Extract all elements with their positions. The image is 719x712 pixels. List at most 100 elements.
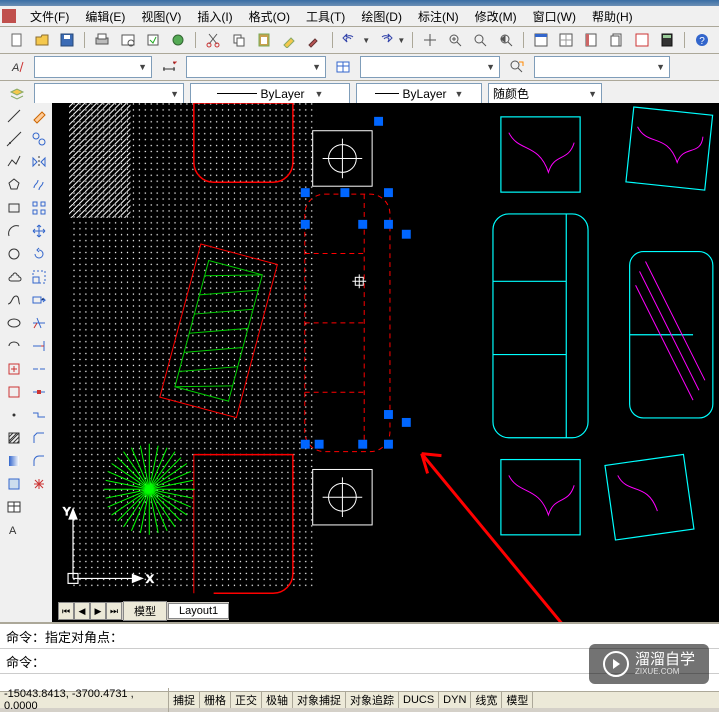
- menu-dim[interactable]: 标注(N): [410, 6, 467, 27]
- model-toggle[interactable]: 模型: [502, 692, 533, 708]
- open-icon[interactable]: [31, 29, 52, 51]
- menu-window[interactable]: 窗口(W): [525, 6, 584, 27]
- new-icon[interactable]: [6, 29, 27, 51]
- spline-icon[interactable]: [2, 289, 26, 311]
- ellipsearc-icon[interactable]: [2, 335, 26, 357]
- polar-toggle[interactable]: 极轴: [262, 692, 293, 708]
- zoom-realtime-icon[interactable]: [444, 29, 465, 51]
- erase-icon[interactable]: [27, 105, 51, 127]
- movetool-icon[interactable]: [27, 220, 51, 242]
- line-icon[interactable]: [2, 105, 26, 127]
- tab-last-icon[interactable]: ⏭: [106, 602, 122, 620]
- mtext-icon[interactable]: A: [2, 519, 26, 541]
- paste-icon[interactable]: [253, 29, 274, 51]
- plotstyle-combo[interactable]: 随颜色▼: [488, 83, 602, 105]
- zoom-prev-icon[interactable]: [495, 29, 516, 51]
- arc-icon[interactable]: [2, 220, 26, 242]
- break-icon[interactable]: [27, 358, 51, 380]
- mirror-icon[interactable]: [27, 151, 51, 173]
- redo-dd[interactable]: ▼: [397, 36, 405, 45]
- ortho-toggle[interactable]: 正交: [231, 692, 262, 708]
- zoom-window-icon[interactable]: [470, 29, 491, 51]
- linetype-combo[interactable]: ByLayer▼: [190, 83, 350, 105]
- offset-icon[interactable]: [27, 174, 51, 196]
- quickcalc-icon[interactable]: [657, 29, 678, 51]
- cut-icon[interactable]: [203, 29, 224, 51]
- menu-edit[interactable]: 编辑(E): [77, 6, 133, 27]
- point-icon[interactable]: [2, 404, 26, 426]
- extend-icon[interactable]: [27, 335, 51, 357]
- designcenter-icon[interactable]: [555, 29, 576, 51]
- tab-layout1[interactable]: Layout1: [168, 603, 229, 619]
- sheetset-icon[interactable]: [606, 29, 627, 51]
- toolpalette-icon[interactable]: [581, 29, 602, 51]
- osnap-toggle[interactable]: 对象捕捉: [293, 692, 346, 708]
- snap-toggle[interactable]: 捕捉: [169, 692, 200, 708]
- gradient-icon[interactable]: [2, 450, 26, 472]
- region-icon[interactable]: [2, 473, 26, 495]
- menu-tools[interactable]: 工具(T): [298, 6, 353, 27]
- tab-prev-icon[interactable]: ◀: [74, 602, 90, 620]
- hatch-icon[interactable]: [2, 427, 26, 449]
- properties-icon[interactable]: [530, 29, 551, 51]
- text-style-combo[interactable]: ▼: [34, 56, 152, 78]
- stretch-icon[interactable]: [27, 289, 51, 311]
- explode-icon[interactable]: [27, 473, 51, 495]
- lineweight-combo[interactable]: ByLayer▼: [356, 83, 482, 105]
- markup-icon[interactable]: [631, 29, 652, 51]
- trim-icon[interactable]: [27, 312, 51, 334]
- menu-format[interactable]: 格式(O): [241, 6, 298, 27]
- undo-dd[interactable]: ▼: [362, 36, 370, 45]
- ducs-toggle[interactable]: DUCS: [399, 692, 439, 708]
- breakpt-icon[interactable]: [27, 381, 51, 403]
- dyn-toggle[interactable]: DYN: [439, 692, 471, 708]
- drawing-canvas[interactable]: Y X: [52, 103, 719, 622]
- table-style-combo[interactable]: ▼: [360, 56, 500, 78]
- tab-next-icon[interactable]: ▶: [90, 602, 106, 620]
- chamfer-icon[interactable]: [27, 427, 51, 449]
- circle-icon[interactable]: [2, 243, 26, 265]
- lwt-toggle[interactable]: 线宽: [471, 692, 502, 708]
- dimstyle-icon[interactable]: [158, 56, 180, 78]
- brush-icon[interactable]: [304, 29, 325, 51]
- redo-icon[interactable]: [374, 29, 395, 51]
- table-icon[interactable]: [2, 496, 26, 518]
- join-icon[interactable]: [27, 404, 51, 426]
- save-icon[interactable]: [57, 29, 78, 51]
- insertblk-icon[interactable]: [2, 358, 26, 380]
- 3dprint-icon[interactable]: [168, 29, 189, 51]
- ellipse-icon[interactable]: [2, 312, 26, 334]
- rotate-icon[interactable]: [27, 243, 51, 265]
- menu-modify[interactable]: 修改(M): [467, 6, 525, 27]
- publish-icon[interactable]: [142, 29, 163, 51]
- array-icon[interactable]: [27, 197, 51, 219]
- xline-icon[interactable]: [2, 128, 26, 150]
- tab-first-icon[interactable]: ⏮: [58, 602, 74, 620]
- scale-icon[interactable]: [27, 266, 51, 288]
- fillet-icon[interactable]: [27, 450, 51, 472]
- rect-icon[interactable]: [2, 197, 26, 219]
- tablestyle-icon[interactable]: [332, 56, 354, 78]
- menu-draw[interactable]: 绘图(D): [353, 6, 410, 27]
- textstyle-icon[interactable]: A: [6, 56, 28, 78]
- layer-manager-icon[interactable]: [6, 83, 28, 105]
- dim-style-combo[interactable]: ▼: [186, 56, 326, 78]
- plot-icon[interactable]: [92, 29, 113, 51]
- makeblk-icon[interactable]: [2, 381, 26, 403]
- match-icon[interactable]: [279, 29, 300, 51]
- menu-view[interactable]: 视图(V): [133, 6, 189, 27]
- menu-help[interactable]: 帮助(H): [584, 6, 641, 27]
- grid-toggle[interactable]: 栅格: [200, 692, 231, 708]
- revcloud-icon[interactable]: [2, 266, 26, 288]
- otrack-toggle[interactable]: 对象追踪: [346, 692, 399, 708]
- plot-preview-icon[interactable]: [117, 29, 138, 51]
- polygon-icon[interactable]: [2, 174, 26, 196]
- layer-combo[interactable]: ▼: [34, 83, 184, 105]
- styleapply-combo[interactable]: ▼: [534, 56, 670, 78]
- modelspace[interactable]: Y X: [52, 103, 719, 622]
- menu-insert[interactable]: 插入(I): [189, 6, 240, 27]
- undo-icon[interactable]: [339, 29, 360, 51]
- pline-icon[interactable]: [2, 151, 26, 173]
- help-icon[interactable]: ?: [692, 29, 713, 51]
- copy-icon[interactable]: [228, 29, 249, 51]
